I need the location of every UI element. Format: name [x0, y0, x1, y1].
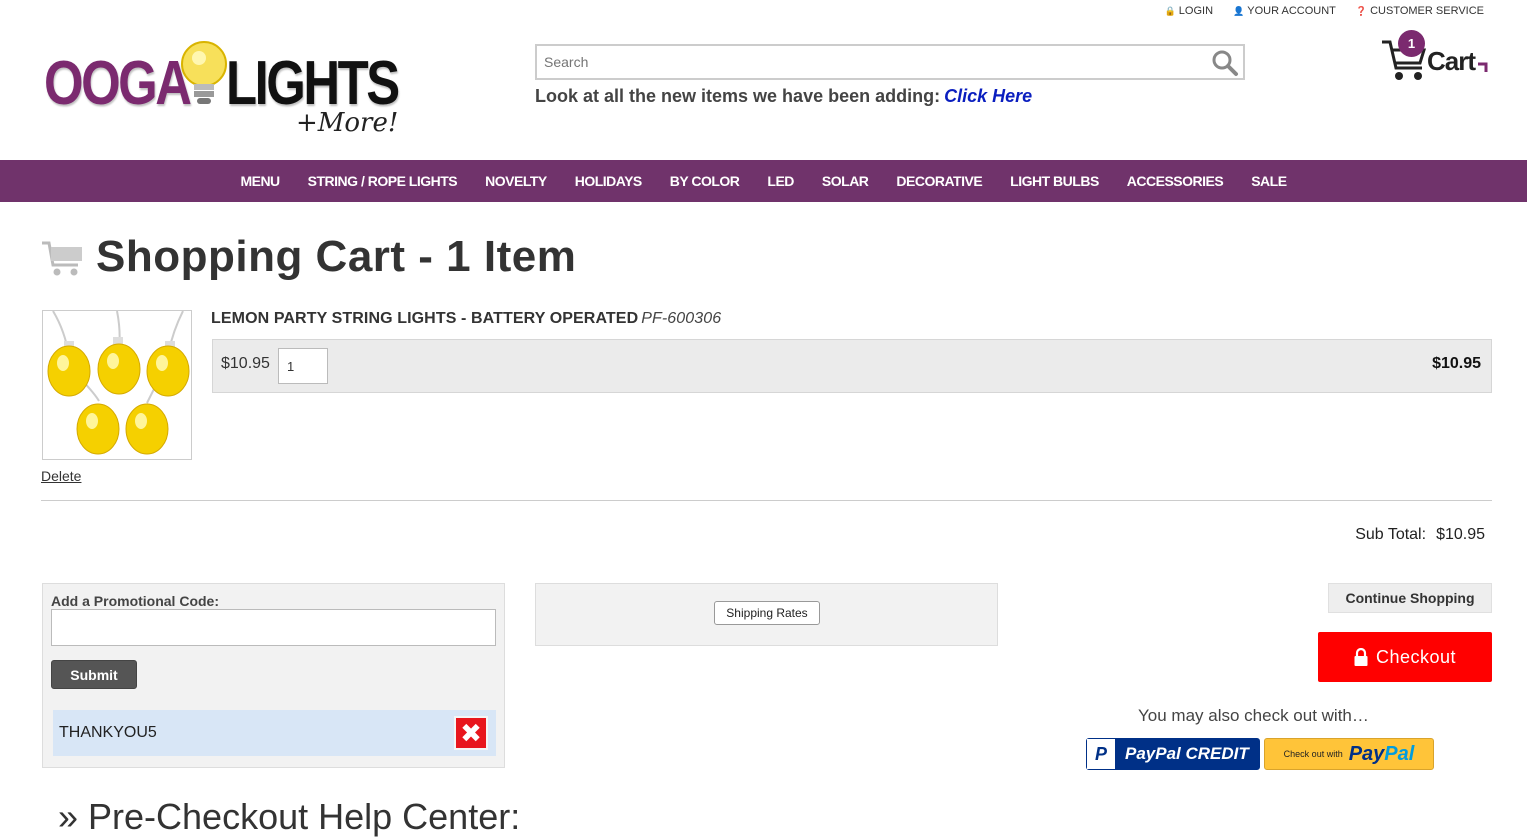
divider [41, 500, 1492, 501]
search-box [535, 44, 1245, 80]
promo-code-input[interactable] [51, 609, 496, 646]
logo-word-ooga: OOGA [44, 49, 192, 118]
subtotal-label: Sub Total: [1355, 526, 1427, 543]
product-name: LEMON PARTY STRING LIGHTS - BATTERY OPER… [211, 310, 639, 327]
shipping-panel: Shipping Rates [535, 583, 998, 646]
lemon-lights-image [47, 310, 190, 455]
site-logo[interactable]: OOGA LIGHTS +More! [44, 36, 404, 144]
customer-service-link[interactable]: ❓ CUSTOMER SERVICE [1356, 5, 1484, 17]
nav-led[interactable]: LED [753, 160, 808, 202]
unit-price: $10.95 [221, 355, 270, 372]
checkout-label: Checkout [1375, 646, 1457, 667]
new-items-text: Look at all the new items we have been a… [535, 86, 941, 106]
product-sku: PF-600306 [641, 310, 722, 327]
paypal-credit-label: PayPal CREDIT [1125, 744, 1249, 763]
page-title: Shopping Cart - 1 Item [96, 232, 577, 281]
lightbulb-icon [181, 41, 227, 104]
paypal-credit-button[interactable]: P PayPal CREDIT [1086, 738, 1260, 770]
paypal-checkout-button[interactable]: Check out with PayPal [1264, 738, 1434, 770]
paypal-logo: PayPal [1349, 743, 1415, 766]
top-links: 🔒 LOGIN 👤 YOUR ACCOUNT ❓ CUSTOMER SERVICE [1165, 5, 1484, 17]
nav-accessories[interactable]: ACCESSORIES [1113, 160, 1237, 202]
checkout-button[interactable]: Checkout [1318, 632, 1492, 682]
paypal-logo-pay: Pay [1348, 742, 1385, 765]
logo-tagline: +More! [296, 108, 399, 138]
applied-code-text: THANKYOU5 [59, 724, 157, 741]
promo-code-label: Add a Promotional Code: [51, 593, 219, 609]
nav-light-bulbs[interactable]: LIGHT BULBS [996, 160, 1113, 202]
paypal-icon: P [1087, 739, 1115, 769]
product-image[interactable] [42, 310, 192, 460]
help-center-heading: » Pre-Checkout Help Center: [58, 796, 521, 837]
user-icon: 👤 [1233, 5, 1245, 16]
cart-count-badge: 1 [1398, 30, 1425, 57]
price-row: $10.95 1 $10.95 [212, 339, 1492, 393]
question-icon: ❓ [1355, 5, 1368, 16]
remove-code-button[interactable]: ✖ [454, 716, 488, 750]
promo-submit-button[interactable]: Submit [51, 660, 137, 689]
nav-solar[interactable]: SOLAR [808, 160, 883, 202]
lock-icon: 🔒 [1164, 5, 1176, 16]
subtotal: Sub Total: $10.95 [1355, 526, 1485, 544]
search-input[interactable] [537, 46, 1197, 78]
subtotal-value: $10.95 [1436, 526, 1485, 543]
new-items-banner: Look at all the new items we have been a… [535, 86, 1032, 107]
shipping-rates-button[interactable]: Shipping Rates [714, 601, 820, 625]
login-label: LOGIN [1178, 5, 1214, 17]
customer-service-label: CUSTOMER SERVICE [1370, 5, 1484, 17]
quantity-input[interactable]: 1 [278, 348, 328, 384]
applied-promo-code: THANKYOU5 ✖ [53, 710, 496, 756]
shopping-cart-icon [42, 241, 82, 276]
alt-checkout-text: You may also check out with… [1138, 706, 1369, 725]
product-title[interactable]: LEMON PARTY STRING LIGHTS - BATTERY OPER… [211, 310, 721, 328]
paypal-logo-pal: Pal [1384, 742, 1415, 765]
nav-string-rope-lights[interactable]: STRING / ROPE LIGHTS [294, 160, 471, 202]
page-heading: Shopping Cart - 1 Item [40, 232, 576, 282]
login-link[interactable]: 🔒 LOGIN [1165, 5, 1213, 17]
nav-decorative[interactable]: DECORATIVE [882, 160, 996, 202]
paypal-checkout-small: Check out with [1283, 749, 1343, 759]
nav-by-color[interactable]: BY COLOR [656, 160, 754, 202]
new-items-link[interactable]: Click Here [944, 86, 1032, 106]
close-icon: ✖ [460, 717, 482, 748]
search-icon[interactable] [1211, 49, 1239, 77]
nav-novelty[interactable]: NOVELTY [471, 160, 561, 202]
nav-holidays[interactable]: HOLIDAYS [561, 160, 656, 202]
promo-code-panel: Add a Promotional Code: Submit THANKYOU5… [42, 583, 505, 768]
header-cart[interactable]: 1 Cart [1380, 30, 1492, 82]
arrow-icon [1478, 62, 1488, 72]
account-link[interactable]: 👤 YOUR ACCOUNT [1233, 5, 1336, 17]
lock-icon [1354, 648, 1368, 666]
delete-item-link[interactable]: Delete [41, 468, 81, 484]
continue-shopping-button[interactable]: Continue Shopping [1328, 583, 1492, 613]
line-total: $10.95 [1432, 355, 1481, 372]
cart-label: Cart [1427, 46, 1476, 76]
nav-sale[interactable]: SALE [1237, 160, 1300, 202]
main-nav: MENU STRING / ROPE LIGHTS NOVELTY HOLIDA… [0, 160, 1527, 202]
account-label: YOUR ACCOUNT [1247, 5, 1336, 17]
nav-menu[interactable]: MENU [226, 160, 293, 202]
